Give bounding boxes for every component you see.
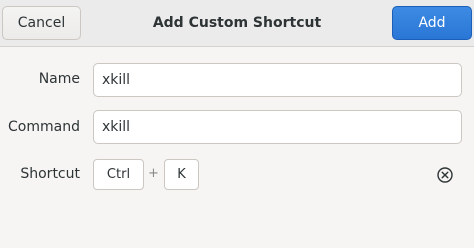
add-button[interactable]: Add <box>392 6 472 40</box>
command-label: Command <box>8 119 80 135</box>
shortcut-key-ctrl[interactable]: Ctrl <box>93 159 144 190</box>
name-field[interactable]: xkill <box>93 63 462 97</box>
clear-circle-x-icon[interactable] <box>436 166 454 184</box>
shortcut-key-k[interactable]: K <box>164 159 199 190</box>
add-custom-shortcut-dialog: Cancel Add Custom Shortcut Add Name xkil… <box>0 0 474 248</box>
name-label: Name <box>38 71 80 87</box>
command-field[interactable]: xkill <box>93 110 462 144</box>
header-bar: Cancel Add Custom Shortcut Add <box>0 0 474 47</box>
shortcut-plus-separator: + <box>148 166 159 181</box>
shortcut-label: Shortcut <box>20 166 80 182</box>
